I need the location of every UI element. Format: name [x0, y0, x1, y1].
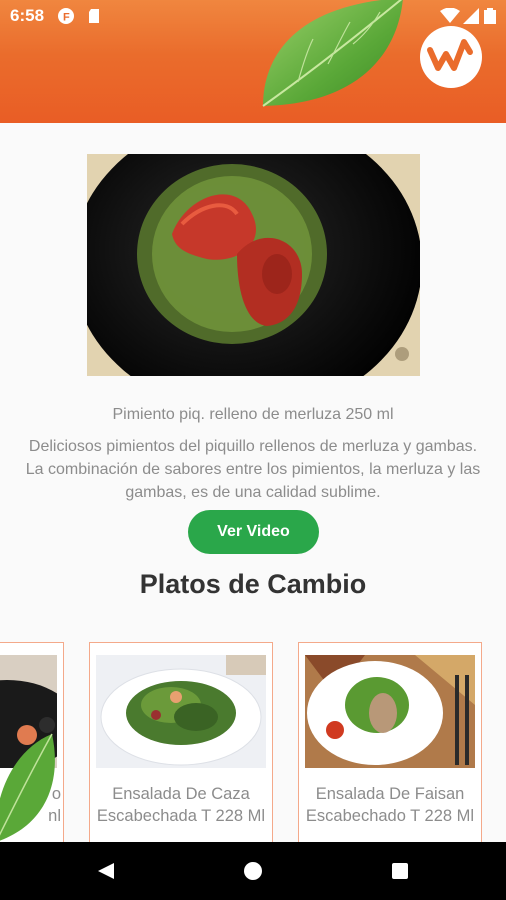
product-description: Deliciosos pimientos del piquillo rellen…: [25, 438, 481, 501]
dish-title: Ensalada De Caza Escabechada T 228 Ml: [96, 785, 266, 825]
system-navigation-bar: [0, 842, 506, 900]
dish-carousel[interactable]: o nl Ensalada De Caza Escabechada T 228 …: [0, 642, 506, 842]
dish-image: [96, 655, 266, 768]
signal-icon: [463, 8, 479, 24]
w-brand-logo-icon: [427, 39, 473, 71]
stuffed-peppers-photo: [87, 154, 420, 376]
salad-photo: [96, 655, 266, 768]
dish-card[interactable]: Ensalada De Faisan Escabechado T 228 Ml: [298, 642, 482, 842]
status-bar: 6:58 F: [0, 0, 506, 32]
svg-text:F: F: [63, 12, 70, 24]
app-header: 6:58 F: [0, 0, 506, 123]
section-title: Platos de Cambio: [139, 569, 367, 599]
pheasant-salad-photo: [305, 655, 475, 768]
dish-image: [305, 655, 475, 768]
brand-logo[interactable]: [420, 26, 482, 88]
sd-card-icon: [89, 9, 99, 23]
dish-title: Ensalada De Faisan Escabechado T 228 Ml: [305, 785, 475, 825]
product-name: Pimiento piq. relleno de merluza 250 ml: [112, 406, 394, 423]
back-icon[interactable]: [96, 861, 116, 881]
wifi-icon: [440, 8, 460, 23]
notification-f-icon: F: [58, 8, 74, 24]
product-image: [87, 154, 420, 376]
watch-video-button[interactable]: Ver Video: [188, 510, 319, 554]
status-time: 6:58: [10, 6, 45, 25]
battery-icon: [484, 8, 496, 24]
dish-card[interactable]: Ensalada De Caza Escabechada T 228 Ml: [89, 642, 273, 842]
basil-leaf-decoration: [0, 733, 55, 841]
basil-leaf-decoration: [262, 0, 403, 107]
home-icon[interactable]: [243, 861, 263, 881]
recents-icon[interactable]: [390, 861, 410, 881]
